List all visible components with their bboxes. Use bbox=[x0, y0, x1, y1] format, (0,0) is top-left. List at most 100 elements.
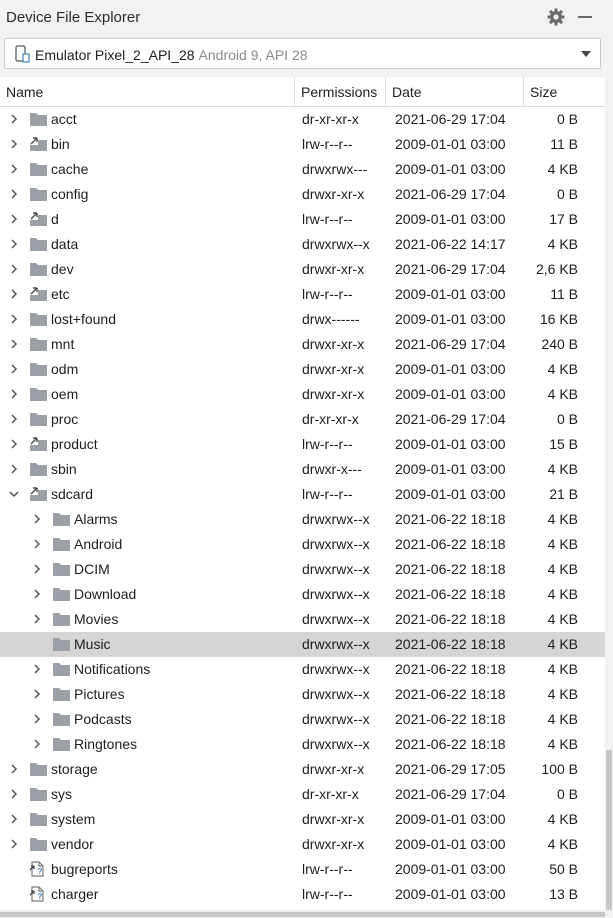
file-permissions: drwxr-xr-x bbox=[302, 186, 365, 202]
table-row[interactable]: storage drwxr-xr-x 2021-06-29 17:05 100 B bbox=[0, 757, 605, 782]
table-row[interactable]: product lrw-r--r-- 2009-01-01 03:00 15 B bbox=[0, 432, 605, 457]
chevron-right-icon[interactable] bbox=[8, 188, 20, 200]
device-details: Android 9, API 28 bbox=[198, 47, 308, 63]
chevron-right-icon[interactable] bbox=[8, 138, 20, 150]
chevron-right-icon[interactable] bbox=[31, 613, 43, 625]
folder-icon bbox=[30, 763, 47, 776]
folder-link-icon bbox=[30, 212, 47, 226]
folder-icon bbox=[30, 313, 47, 326]
file-permissions: drwxr-xr-x bbox=[302, 811, 365, 827]
chevron-right-icon[interactable] bbox=[31, 513, 43, 525]
chevron-right-icon[interactable] bbox=[8, 288, 20, 300]
table-row[interactable]: dev drwxr-xr-x 2021-06-29 17:04 2,6 KB bbox=[0, 257, 605, 282]
table-row[interactable]: data drwxrwx--x 2021-06-22 14:17 4 KB bbox=[0, 232, 605, 257]
folder-icon bbox=[53, 513, 70, 526]
table-row[interactable]: Ringtones drwxrwx--x 2021-06-22 18:18 4 KB bbox=[0, 732, 605, 757]
file-size: 4 KB bbox=[547, 711, 578, 727]
chevron-right-icon[interactable] bbox=[8, 238, 20, 250]
chevron-right-icon[interactable] bbox=[8, 363, 20, 375]
table-row[interactable]: ? bugreports lrw-r--r-- 2009-01-01 03:00 50 … bbox=[0, 857, 605, 882]
table-row[interactable]: Pictures drwxrwx--x 2021-06-22 18:18 4 KB bbox=[0, 682, 605, 707]
chevron-right-icon[interactable] bbox=[8, 813, 20, 825]
file-name: lost+found bbox=[51, 311, 116, 327]
table-row[interactable]: Android drwxrwx--x 2021-06-22 18:18 4 KB bbox=[0, 532, 605, 557]
chevron-right-icon[interactable] bbox=[8, 338, 20, 350]
table-row[interactable]: sys dr-xr-xr-x 2021-06-29 17:04 0 B bbox=[0, 782, 605, 807]
file-name: system bbox=[51, 811, 96, 827]
file-date: 2009-01-01 03:00 bbox=[395, 286, 506, 302]
chevron-right-icon[interactable] bbox=[8, 213, 20, 225]
table-row[interactable]: ? charger lrw-r--r-- 2009-01-01 03:00 13 B bbox=[0, 882, 605, 907]
file-permissions: drwxr-xr-x bbox=[302, 386, 365, 402]
table-row[interactable]: Movies drwxrwx--x 2021-06-22 18:18 4 KB bbox=[0, 607, 605, 632]
file-permissions: drwxr-xr-x bbox=[302, 761, 365, 777]
chevron-right-icon[interactable] bbox=[8, 838, 20, 850]
chevron-right-icon[interactable] bbox=[31, 663, 43, 675]
column-header-size[interactable]: Size bbox=[524, 77, 605, 107]
chevron-right-icon[interactable] bbox=[8, 113, 20, 125]
table-row[interactable]: lost+found drwx------ 2009-01-01 03:00 16 K… bbox=[0, 307, 605, 332]
chevron-right-icon[interactable] bbox=[8, 413, 20, 425]
table-row[interactable]: bin lrw-r--r-- 2009-01-01 03:00 11 B bbox=[0, 132, 605, 157]
chevron-right-icon[interactable] bbox=[31, 588, 43, 600]
table-row[interactable]: d lrw-r--r-- 2009-01-01 03:00 17 B bbox=[0, 207, 605, 232]
chevron-right-icon[interactable] bbox=[8, 313, 20, 325]
table-row[interactable]: oem drwxr-xr-x 2009-01-01 03:00 4 KB bbox=[0, 382, 605, 407]
table-row[interactable]: Alarms drwxrwx--x 2021-06-22 18:18 4 KB bbox=[0, 507, 605, 532]
chevron-right-icon[interactable] bbox=[31, 713, 43, 725]
file-name: dev bbox=[51, 261, 74, 277]
chevron-right-icon[interactable] bbox=[31, 563, 43, 575]
table-row[interactable]: cache drwxrwx--- 2009-01-01 03:00 4 KB bbox=[0, 157, 605, 182]
file-name: Ringtones bbox=[74, 736, 138, 752]
chevron-down-icon[interactable] bbox=[8, 488, 20, 500]
chevron-right-icon[interactable] bbox=[8, 388, 20, 400]
column-header-name[interactable]: Name bbox=[0, 77, 295, 107]
table-row[interactable]: Download drwxrwx--x 2021-06-22 18:18 4 KB bbox=[0, 582, 605, 607]
chevron-right-icon[interactable] bbox=[8, 788, 20, 800]
table-row[interactable]: Notifications drwxrwx--x 2021-06-22 18:18 4… bbox=[0, 657, 605, 682]
horizontal-scrollbar[interactable] bbox=[0, 910, 613, 918]
table-row[interactable]: DCIM drwxrwx--x 2021-06-22 18:18 4 KB bbox=[0, 557, 605, 582]
file-name: Movies bbox=[74, 611, 119, 627]
table-row[interactable]: vendor drwxr-xr-x 2009-01-01 03:00 4 KB bbox=[0, 832, 605, 857]
chevron-right-icon[interactable] bbox=[31, 738, 43, 750]
file-name: Music bbox=[74, 636, 111, 652]
chevron-right-icon[interactable] bbox=[8, 463, 20, 475]
dropdown-arrow-icon[interactable] bbox=[581, 51, 591, 57]
vertical-scrollbar-thumb[interactable] bbox=[606, 750, 612, 910]
file-permissions: lrw-r--r-- bbox=[302, 286, 353, 302]
table-row[interactable]: odm drwxr-xr-x 2009-01-01 03:00 4 KB bbox=[0, 357, 605, 382]
chevron-right-icon[interactable] bbox=[8, 163, 20, 175]
gear-icon[interactable] bbox=[546, 7, 566, 27]
device-selector[interactable]: Emulator Pixel_2_API_28 Android 9, API 28 bbox=[4, 38, 601, 69]
table-row[interactable]: etc lrw-r--r-- 2009-01-01 03:00 11 B bbox=[0, 282, 605, 307]
table-row[interactable]: Podcasts drwxrwx--x 2021-06-22 18:18 4 KB bbox=[0, 707, 605, 732]
folder-icon bbox=[53, 538, 70, 551]
table-row[interactable]: sbin drwxr-x--- 2009-01-01 03:00 4 KB bbox=[0, 457, 605, 482]
file-date: 2021-06-22 18:18 bbox=[395, 611, 506, 627]
table-row[interactable]: sdcard lrw-r--r-- 2009-01-01 03:00 21 B bbox=[0, 482, 605, 507]
file-size: 4 KB bbox=[547, 586, 578, 602]
table-row[interactable]: Music drwxrwx--x 2021-06-22 18:18 4 KB bbox=[0, 632, 605, 657]
chevron-right-icon[interactable] bbox=[8, 438, 20, 450]
chevron-right-icon[interactable] bbox=[31, 688, 43, 700]
chevron-right-icon[interactable] bbox=[8, 263, 20, 275]
column-header-date[interactable]: Date bbox=[386, 77, 524, 107]
table-row[interactable]: proc dr-xr-xr-x 2021-06-29 17:04 0 B bbox=[0, 407, 605, 432]
file-size: 13 B bbox=[549, 886, 578, 902]
folder-icon bbox=[30, 788, 47, 801]
table-row[interactable]: system drwxr-xr-x 2009-01-01 03:00 4 KB bbox=[0, 807, 605, 832]
file-size: 0 B bbox=[556, 411, 578, 427]
chevron-right-icon[interactable] bbox=[8, 763, 20, 775]
minimize-icon[interactable] bbox=[578, 16, 592, 18]
file-permissions: drwxr-xr-x bbox=[302, 836, 365, 852]
file-size: 0 B bbox=[556, 186, 578, 202]
vertical-scrollbar[interactable] bbox=[605, 77, 613, 910]
horizontal-scrollbar-thumb[interactable] bbox=[0, 912, 605, 917]
column-header-permissions[interactable]: Permissions bbox=[295, 77, 386, 107]
table-row[interactable]: config drwxr-xr-x 2021-06-29 17:04 0 B bbox=[0, 182, 605, 207]
table-row[interactable]: acct dr-xr-xr-x 2021-06-29 17:04 0 B bbox=[0, 107, 605, 132]
chevron-right-icon[interactable] bbox=[31, 538, 43, 550]
table-row[interactable]: mnt drwxr-xr-x 2021-06-29 17:04 240 B bbox=[0, 332, 605, 357]
panel-title: Device File Explorer bbox=[6, 9, 141, 26]
